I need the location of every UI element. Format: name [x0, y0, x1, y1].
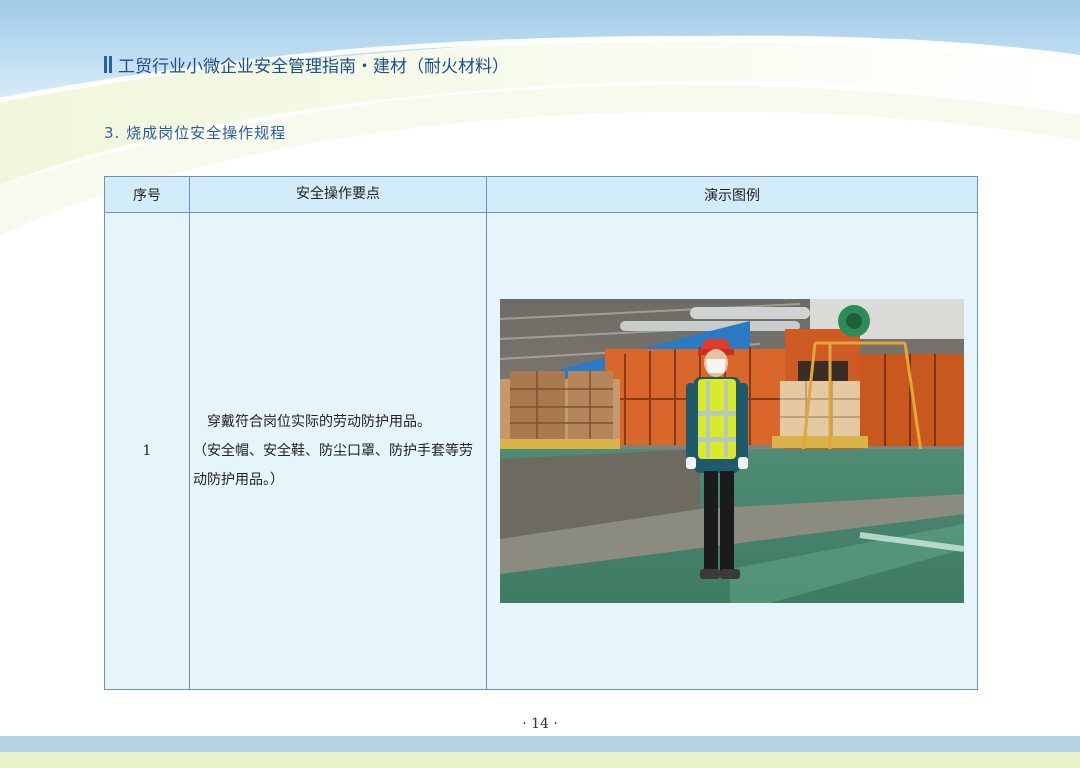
table-header-row: 序号 安全操作要点 演示图例: [104, 176, 978, 213]
document-header-title: 工贸行业小微企业安全管理指南・建材（耐火材料）: [118, 57, 509, 77]
operation-table: 序号 安全操作要点 演示图例 1 穿戴符合岗位实际的劳动防护用品。 （安全帽、安…: [104, 176, 978, 690]
row-text-line1: 穿戴符合岗位实际的劳动防护用品。: [207, 413, 431, 430]
row-number: 1: [104, 212, 190, 690]
section-title: 3. 烧成岗位安全操作规程: [104, 124, 287, 142]
row-text-line2: （安全帽、安全鞋、防尘口罩、防护手套等劳动防护用品。）: [193, 442, 473, 488]
header-cell-number: 序号: [104, 176, 190, 213]
header-cell-points: 安全操作要点: [189, 176, 487, 213]
header-bar-icon: [104, 56, 112, 73]
row-operation-text: 穿戴符合岗位实际的劳动防护用品。 （安全帽、安全鞋、防尘口罩、防护手套等劳动防护…: [189, 212, 487, 690]
row-illustration-cell: [486, 212, 978, 690]
table-row: 1 穿戴符合岗位实际的劳动防护用品。 （安全帽、安全鞋、防尘口罩、防护手套等劳动…: [104, 212, 978, 690]
footer-band-green: [0, 752, 1080, 768]
header-cell-illustration: 演示图例: [486, 176, 978, 213]
page-number: · 14 ·: [522, 716, 558, 732]
footer-band-blue: [0, 736, 1080, 752]
worker-ppe-photo: [500, 299, 964, 603]
document-header: 工贸行业小微企业安全管理指南・建材（耐火材料）: [104, 52, 509, 77]
